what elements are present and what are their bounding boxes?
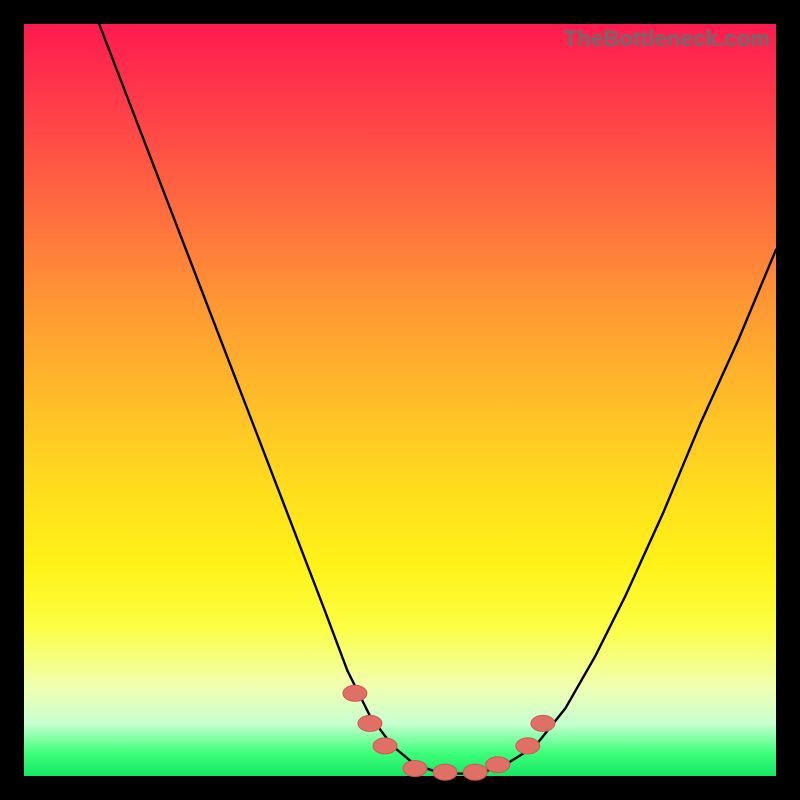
curve-markers bbox=[343, 685, 555, 780]
chart-frame: TheBottleneck.com bbox=[24, 24, 776, 776]
marker-m4 bbox=[403, 761, 427, 777]
marker-m5 bbox=[433, 764, 457, 780]
marker-m8 bbox=[516, 738, 540, 754]
marker-m1 bbox=[343, 685, 367, 701]
bottleneck-curve bbox=[99, 24, 776, 774]
marker-m9 bbox=[531, 715, 555, 731]
marker-m6 bbox=[463, 764, 487, 780]
marker-m2 bbox=[358, 715, 382, 731]
chart-svg bbox=[24, 24, 776, 776]
marker-m3 bbox=[373, 738, 397, 754]
marker-m7 bbox=[486, 757, 510, 773]
